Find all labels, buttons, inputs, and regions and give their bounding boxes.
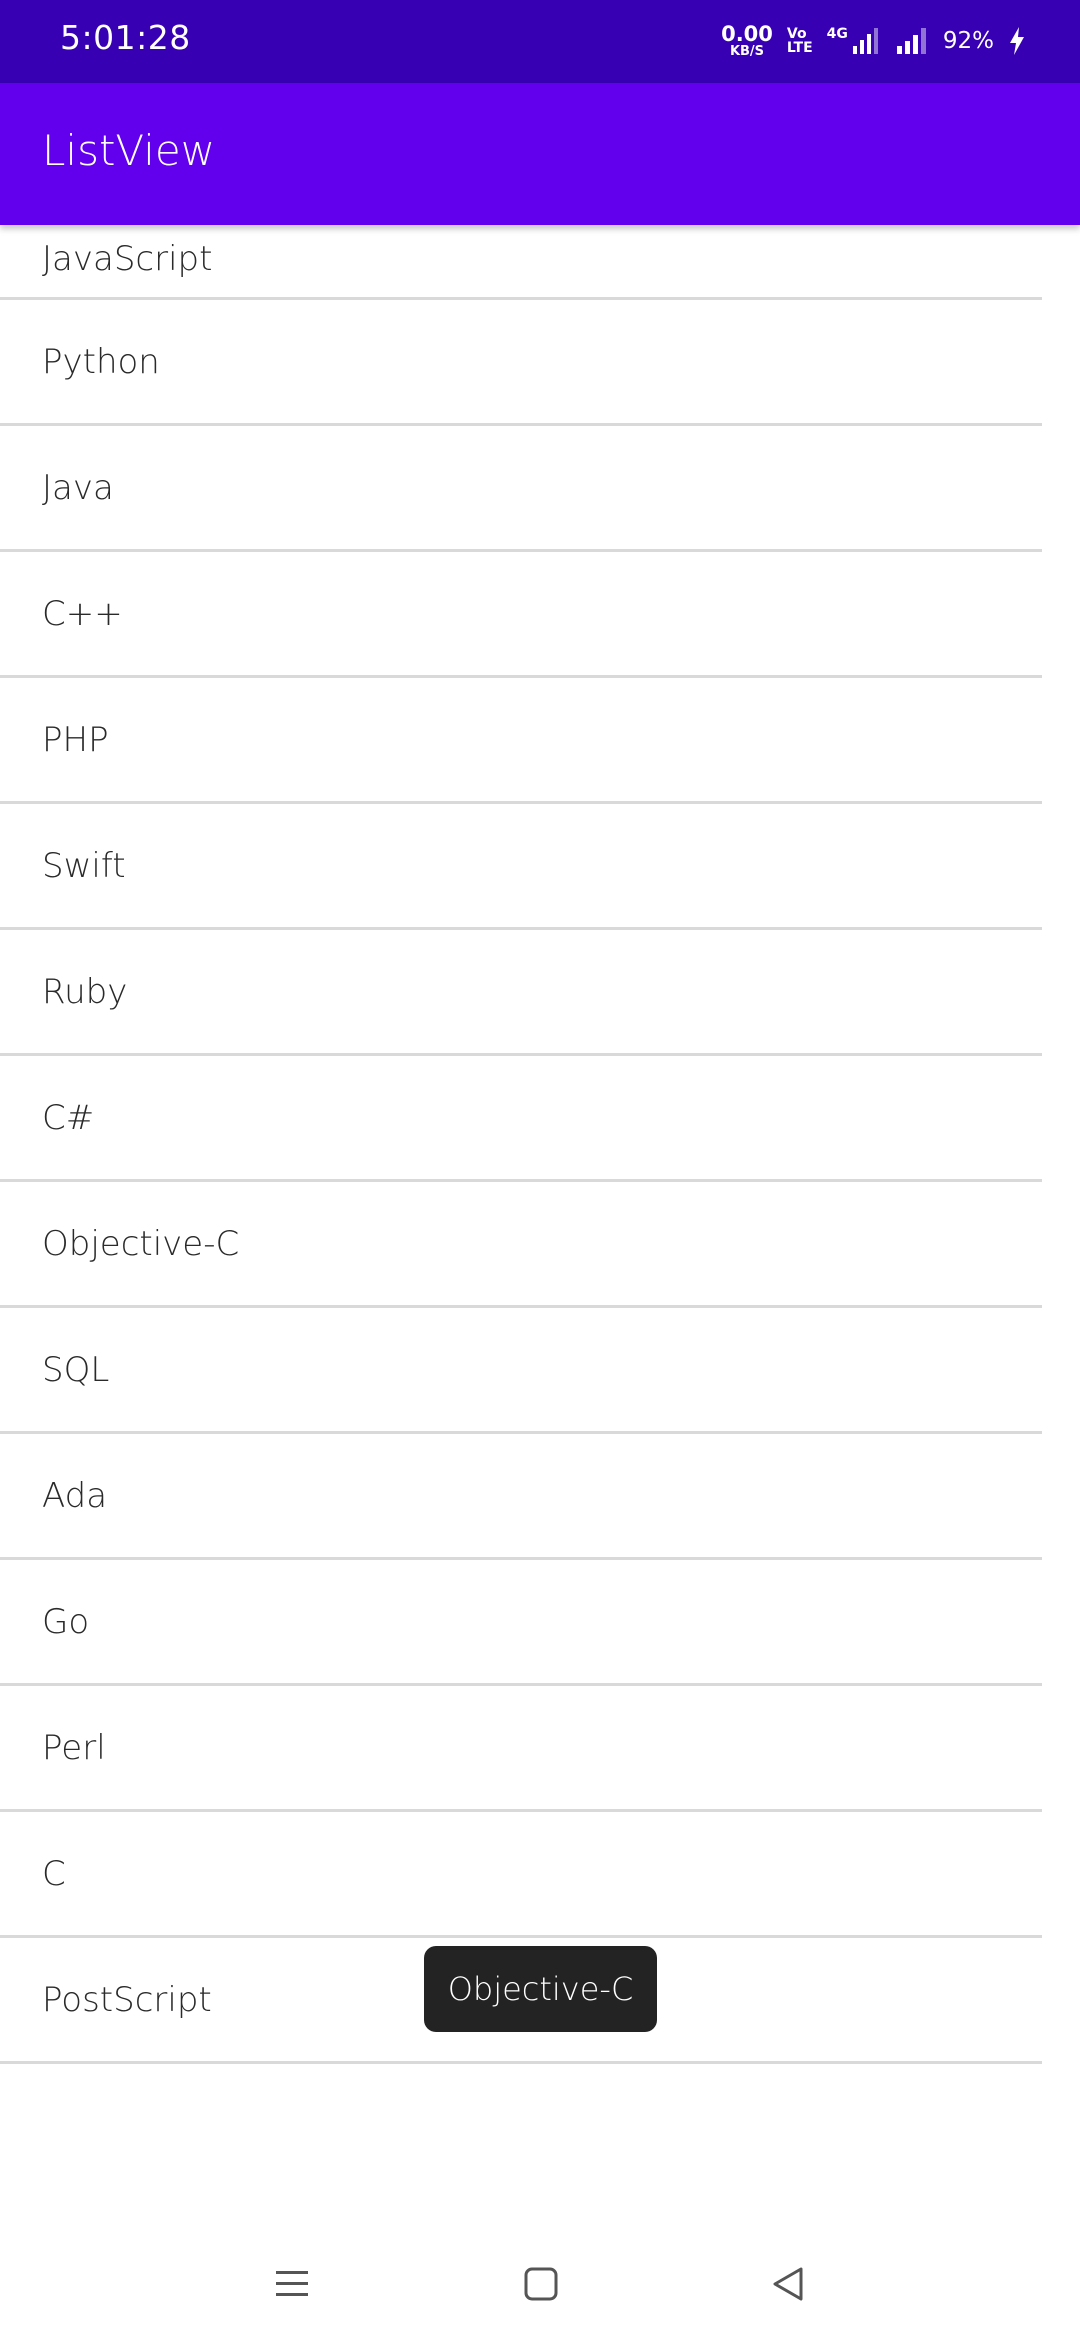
list-item[interactable]: Perl [0, 1686, 1042, 1812]
list-item[interactable]: Ada [0, 1434, 1042, 1560]
back-button[interactable] [760, 2256, 816, 2312]
language-list[interactable]: JavaScript Python Java C++ PHP Swift Rub… [0, 225, 1042, 2064]
network-type: 4G [826, 26, 848, 42]
list-item-label: Objective-C [42, 1223, 240, 1264]
list-item-label: C++ [42, 593, 123, 634]
status-icons: 0.00 KB/S Vo LTE 4G 92% [721, 16, 1026, 66]
signal-4g-icon: 4G [827, 26, 881, 56]
list-item[interactable]: C# [0, 1056, 1042, 1182]
status-bar: 5:01:28 0.00 KB/S Vo LTE 4G 92% [0, 0, 1080, 83]
list-item-label: Ruby [42, 971, 128, 1012]
list-item-label: C [42, 1853, 66, 1894]
list-item-label: Ada [42, 1475, 108, 1516]
app-bar: ListView [0, 83, 1080, 225]
list-item[interactable]: PHP [0, 678, 1042, 804]
home-button[interactable] [513, 2256, 569, 2312]
list-item-label: Perl [42, 1727, 106, 1768]
charging-icon [1010, 27, 1024, 55]
volte-icon: Vo LTE [787, 27, 813, 55]
list-item-label: Java [42, 467, 114, 508]
home-icon [524, 2267, 558, 2301]
list-item[interactable]: Go [0, 1560, 1042, 1686]
list-item-label: SQL [42, 1349, 110, 1390]
list-item[interactable]: Python [0, 300, 1042, 426]
list-item[interactable]: Java [0, 426, 1042, 552]
volte-top: Vo [786, 26, 807, 42]
volte-bottom: LTE [786, 40, 813, 56]
list-item[interactable]: C++ [0, 552, 1042, 678]
menu-icon [276, 2271, 308, 2296]
toast-message: Objective-C [424, 1946, 657, 2032]
status-time: 5:01:28 [60, 18, 191, 57]
list-item[interactable]: Ruby [0, 930, 1042, 1056]
list-item[interactable]: Swift [0, 804, 1042, 930]
list-item-label: Swift [42, 845, 126, 886]
list-item-label: PostScript [42, 1979, 212, 2020]
list-item[interactable]: Objective-C [0, 1182, 1042, 1308]
signal-strength-icon [896, 28, 926, 54]
network-speed: 0.00 KB/S [721, 22, 773, 59]
list-item-label: Go [42, 1601, 90, 1642]
menu-button[interactable] [264, 2256, 320, 2312]
network-speed-value: 0.00 [721, 22, 773, 46]
list-item[interactable]: JavaScript [0, 225, 1042, 300]
signal-bars-icon [852, 28, 878, 54]
list-item[interactable]: SQL [0, 1308, 1042, 1434]
list-item-label: JavaScript [42, 239, 213, 279]
list-item-label: C# [42, 1097, 95, 1138]
navigation-bar [0, 2228, 1080, 2340]
list-item-label: PHP [42, 719, 109, 760]
app-title: ListView [42, 126, 216, 175]
list-item[interactable]: C [0, 1812, 1042, 1938]
back-icon [773, 2267, 803, 2301]
list-item-label: Python [42, 341, 160, 382]
network-speed-unit: KB/S [729, 44, 765, 59]
battery-level: 92% [942, 28, 994, 54]
